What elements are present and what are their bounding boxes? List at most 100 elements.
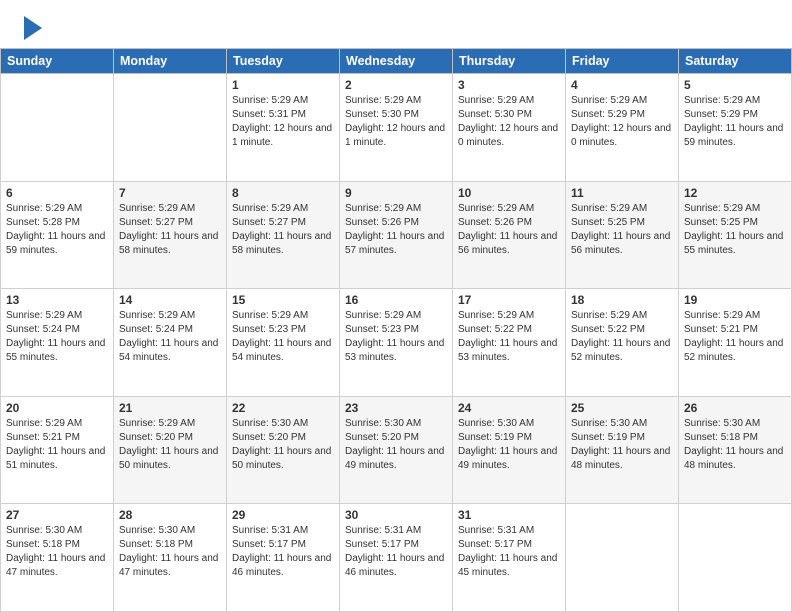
day-info: Sunrise: 5:30 AM Sunset: 5:20 PM Dayligh… [232,417,334,473]
day-info: Sunrise: 5:29 AM Sunset: 5:27 PM Dayligh… [232,202,334,258]
day-number: 23 [345,401,447,415]
day-number: 8 [232,186,334,200]
day-number: 5 [684,78,786,92]
calendar-cell: 8 Sunrise: 5:29 AM Sunset: 5:27 PM Daylig… [227,181,340,289]
calendar-cell [1,74,114,182]
day-header-sunday: Sunday [1,49,114,74]
day-number: 6 [6,186,108,200]
calendar-cell: 23 Sunrise: 5:30 AM Sunset: 5:20 PM Dayli… [340,396,453,504]
day-number: 19 [684,293,786,307]
day-info: Sunrise: 5:30 AM Sunset: 5:19 PM Dayligh… [571,417,673,473]
day-number: 15 [232,293,334,307]
day-number: 27 [6,508,108,522]
calendar-cell: 3Sunrise: 5:29 AM Sunset: 5:30 PM Daylig… [453,74,566,182]
calendar-cell: 11 Sunrise: 5:29 AM Sunset: 5:25 PM Dayli… [566,181,679,289]
day-info: Sunrise: 5:29 AM Sunset: 5:31 PM Dayligh… [232,94,334,150]
header [0,0,792,48]
day-info: Sunrise: 5:30 AM Sunset: 5:18 PM Dayligh… [684,417,786,473]
day-info: Sunrise: 5:29 AM Sunset: 5:26 PM Dayligh… [345,202,447,258]
day-number: 12 [684,186,786,200]
day-info: Sunrise: 5:29 AM Sunset: 5:22 PM Dayligh… [571,309,673,365]
day-number: 7 [119,186,221,200]
calendar-cell: 10 Sunrise: 5:29 AM Sunset: 5:26 PM Dayli… [453,181,566,289]
day-number: 2 [345,78,447,92]
calendar-cell: 29 Sunrise: 5:31 AM Sunset: 5:17 PM Dayli… [227,504,340,612]
calendar-cell: 26 Sunrise: 5:30 AM Sunset: 5:18 PM Dayli… [679,396,792,504]
calendar-cell: 27 Sunrise: 5:30 AM Sunset: 5:18 PM Dayli… [1,504,114,612]
day-header-saturday: Saturday [679,49,792,74]
day-number: 17 [458,293,560,307]
day-info: Sunrise: 5:29 AM Sunset: 5:26 PM Dayligh… [458,202,560,258]
calendar-table: SundayMondayTuesdayWednesdayThursdayFrid… [0,48,792,612]
day-number: 11 [571,186,673,200]
calendar-cell: 15 Sunrise: 5:29 AM Sunset: 5:23 PM Dayli… [227,289,340,397]
day-number: 18 [571,293,673,307]
calendar-cell: 21 Sunrise: 5:29 AM Sunset: 5:20 PM Dayli… [114,396,227,504]
day-info: Sunrise: 5:30 AM Sunset: 5:18 PM Dayligh… [6,524,108,580]
day-number: 3 [458,78,560,92]
calendar-header-row: SundayMondayTuesdayWednesdayThursdayFrid… [1,49,792,74]
calendar-cell: 4 Sunrise: 5:29 AM Sunset: 5:29 PM Daylig… [566,74,679,182]
calendar-cell: 25Sunrise: 5:30 AM Sunset: 5:19 PM Dayli… [566,396,679,504]
day-info: Sunrise: 5:29 AM Sunset: 5:25 PM Dayligh… [571,202,673,258]
day-number: 20 [6,401,108,415]
calendar-cell: 19 Sunrise: 5:29 AM Sunset: 5:21 PM Dayli… [679,289,792,397]
day-info: Sunrise: 5:31 AM Sunset: 5:17 PM Dayligh… [232,524,334,580]
day-header-thursday: Thursday [453,49,566,74]
calendar-cell: 14Sunrise: 5:29 AM Sunset: 5:24 PM Dayli… [114,289,227,397]
calendar-cell: 7 Sunrise: 5:29 AM Sunset: 5:27 PM Daylig… [114,181,227,289]
day-info: Sunrise: 5:29 AM Sunset: 5:22 PM Dayligh… [458,309,560,365]
calendar-week-row: 6Sunrise: 5:29 AM Sunset: 5:28 PM Daylig… [1,181,792,289]
calendar-cell: 17 Sunrise: 5:29 AM Sunset: 5:22 PM Dayli… [453,289,566,397]
calendar-week-row: 1 Sunrise: 5:29 AM Sunset: 5:31 PM Daylig… [1,74,792,182]
day-info: Sunrise: 5:29 AM Sunset: 5:23 PM Dayligh… [232,309,334,365]
day-info: Sunrise: 5:30 AM Sunset: 5:20 PM Dayligh… [345,417,447,473]
day-number: 22 [232,401,334,415]
day-info: Sunrise: 5:29 AM Sunset: 5:24 PM Dayligh… [119,309,221,365]
calendar-cell: 30 Sunrise: 5:31 AM Sunset: 5:17 PM Dayli… [340,504,453,612]
day-number: 26 [684,401,786,415]
day-header-wednesday: Wednesday [340,49,453,74]
day-info: Sunrise: 5:29 AM Sunset: 5:21 PM Dayligh… [684,309,786,365]
day-info: Sunrise: 5:29 AM Sunset: 5:24 PM Dayligh… [6,309,108,365]
logo-icon [20,14,44,42]
day-number: 29 [232,508,334,522]
day-info: Sunrise: 5:31 AM Sunset: 5:17 PM Dayligh… [458,524,560,580]
calendar-cell: 2 Sunrise: 5:29 AM Sunset: 5:30 PM Daylig… [340,74,453,182]
day-info: Sunrise: 5:29 AM Sunset: 5:29 PM Dayligh… [571,94,673,150]
day-header-tuesday: Tuesday [227,49,340,74]
day-info: Sunrise: 5:29 AM Sunset: 5:27 PM Dayligh… [119,202,221,258]
day-info: Sunrise: 5:31 AM Sunset: 5:17 PM Dayligh… [345,524,447,580]
calendar-cell: 22 Sunrise: 5:30 AM Sunset: 5:20 PM Dayli… [227,396,340,504]
calendar-cell: 1 Sunrise: 5:29 AM Sunset: 5:31 PM Daylig… [227,74,340,182]
day-number: 1 [232,78,334,92]
calendar-cell: 20 Sunrise: 5:29 AM Sunset: 5:21 PM Dayli… [1,396,114,504]
calendar-cell: 5 Sunrise: 5:29 AM Sunset: 5:29 PM Daylig… [679,74,792,182]
calendar-week-row: 27 Sunrise: 5:30 AM Sunset: 5:18 PM Dayli… [1,504,792,612]
calendar-week-row: 13Sunrise: 5:29 AM Sunset: 5:24 PM Dayli… [1,289,792,397]
calendar-cell [566,504,679,612]
logo [18,14,44,42]
day-info: Sunrise: 5:29 AM Sunset: 5:25 PM Dayligh… [684,202,786,258]
day-number: 21 [119,401,221,415]
day-header-friday: Friday [566,49,679,74]
calendar-cell: 16Sunrise: 5:29 AM Sunset: 5:23 PM Dayli… [340,289,453,397]
day-info: Sunrise: 5:29 AM Sunset: 5:30 PM Dayligh… [345,94,447,150]
day-number: 30 [345,508,447,522]
day-number: 31 [458,508,560,522]
day-info: Sunrise: 5:29 AM Sunset: 5:29 PM Dayligh… [684,94,786,150]
day-number: 24 [458,401,560,415]
day-number: 10 [458,186,560,200]
day-number: 9 [345,186,447,200]
calendar-cell: 6Sunrise: 5:29 AM Sunset: 5:28 PM Daylig… [1,181,114,289]
calendar-cell: 9 Sunrise: 5:29 AM Sunset: 5:26 PM Daylig… [340,181,453,289]
day-info: Sunrise: 5:29 AM Sunset: 5:20 PM Dayligh… [119,417,221,473]
day-info: Sunrise: 5:29 AM Sunset: 5:21 PM Dayligh… [6,417,108,473]
day-info: Sunrise: 5:29 AM Sunset: 5:23 PM Dayligh… [345,309,447,365]
day-number: 4 [571,78,673,92]
calendar-cell: 12 Sunrise: 5:29 AM Sunset: 5:25 PM Dayli… [679,181,792,289]
calendar-cell [679,504,792,612]
day-header-monday: Monday [114,49,227,74]
calendar-cell: 28Sunrise: 5:30 AM Sunset: 5:18 PM Dayli… [114,504,227,612]
calendar-cell: 18 Sunrise: 5:29 AM Sunset: 5:22 PM Dayli… [566,289,679,397]
